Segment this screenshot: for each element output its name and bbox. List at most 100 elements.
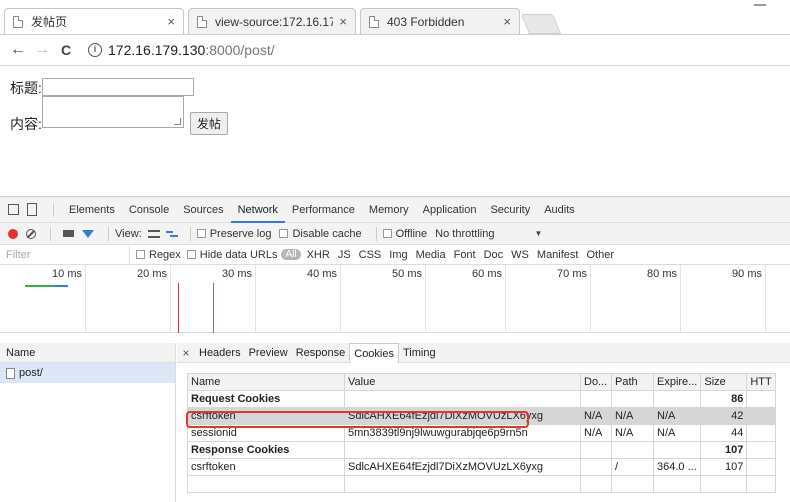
filter-css[interactable]: CSS	[359, 249, 382, 261]
filter-manifest[interactable]: Manifest	[537, 249, 579, 261]
name-column-header[interactable]: Name	[0, 343, 175, 363]
page-icon	[197, 15, 207, 28]
table-row[interactable]: sessionid 5mn3839tl9nj9lwuwgurabjqe6p9rn…	[187, 424, 776, 442]
title-row: 标题:	[10, 78, 194, 98]
table-header-row: Name Value Do... Path Expire... Size HTT	[187, 373, 776, 391]
site-info-icon[interactable]: i	[88, 43, 102, 57]
column-header-path[interactable]: Path	[611, 373, 654, 391]
content-textarea[interactable]	[41, 96, 184, 128]
disable-cache-label: Disable cache	[292, 227, 362, 240]
regex-label: Regex	[149, 248, 181, 261]
timeline-tick: 80 ms	[647, 265, 681, 333]
tab-performance[interactable]: Performance	[285, 197, 362, 223]
submit-button[interactable]: 发帖	[189, 112, 228, 135]
tab-response[interactable]: Response	[292, 343, 350, 363]
tab-close-icon[interactable]: ×	[503, 14, 511, 29]
preserve-log-checkbox[interactable]: Preserve log	[196, 228, 271, 240]
forward-arrow-icon[interactable]: →	[30, 41, 54, 59]
cookies-table: Name Value Do... Path Expire... Size HTT…	[187, 373, 776, 493]
browser-tab-post-page[interactable]: 发帖页 ×	[4, 8, 184, 34]
content-row: 内容: 发帖	[10, 96, 228, 135]
cookie-size: 42	[700, 407, 748, 425]
tab-headers[interactable]: Headers	[195, 343, 245, 363]
cookie-path: N/A	[611, 407, 654, 425]
tab-elements[interactable]: Elements	[62, 197, 122, 223]
timeline-tick: 70 ms	[557, 265, 591, 333]
filter-xhr[interactable]: XHR	[307, 249, 330, 261]
filter-img[interactable]: Img	[389, 249, 407, 261]
tab-close-icon[interactable]: ×	[167, 14, 175, 29]
filter-other[interactable]: Other	[586, 249, 614, 261]
close-icon[interactable]: ×	[177, 346, 195, 360]
tick-label: 40 ms	[307, 268, 337, 280]
column-header-value[interactable]: Value	[344, 373, 581, 391]
tab-audits[interactable]: Audits	[537, 197, 582, 223]
column-header-name[interactable]: Name	[187, 373, 345, 391]
filter-font[interactable]: Font	[454, 249, 476, 261]
cookie-value: 5mn3839tl9nj9lwuwgurabjqe6p9rn5n	[344, 424, 581, 442]
cookie-domain: N/A	[580, 407, 612, 425]
request-bar-waiting	[25, 285, 55, 287]
filter-doc[interactable]: Doc	[484, 249, 504, 261]
tab-close-icon[interactable]: ×	[339, 14, 347, 29]
capture-screenshots-icon[interactable]	[63, 230, 74, 237]
checkbox[interactable]	[279, 229, 289, 238]
browser-tab-view-source[interactable]: view-source:172.16.17 ×	[188, 8, 356, 34]
minimize-icon[interactable]	[754, 4, 766, 6]
tab-timing[interactable]: Timing	[399, 343, 440, 363]
tab-sources[interactable]: Sources	[176, 197, 230, 223]
column-header-domain[interactable]: Do...	[580, 373, 612, 391]
device-toolbar-icon[interactable]	[27, 203, 37, 216]
filter-ws[interactable]: WS	[511, 249, 529, 261]
reload-icon[interactable]: C	[54, 42, 78, 58]
address-bar[interactable]: 172.16.179.130:8000/post/	[108, 42, 275, 58]
network-overview[interactable]: 10 ms 20 ms 30 ms 40 ms 50 ms 60 ms 70 m…	[0, 265, 790, 333]
divider	[53, 202, 54, 217]
tick-label: 90 ms	[732, 268, 762, 280]
column-header-size[interactable]: Size	[700, 373, 748, 391]
browser-tab-strip: 发帖页 × view-source:172.16.17 × 403 Forbid…	[0, 0, 790, 34]
checkbox[interactable]	[382, 229, 392, 238]
divider	[189, 226, 191, 241]
offline-checkbox[interactable]: Offline	[382, 228, 427, 240]
title-input[interactable]	[41, 78, 194, 96]
table-row[interactable]: csrftoken SdlcAHXE64fEzjdl7DiXzMOVUzLX6y…	[187, 407, 776, 425]
filter-icon[interactable]	[82, 229, 94, 238]
waterfall-icon[interactable]	[165, 230, 178, 238]
table-row: Response Cookies 107	[187, 441, 776, 459]
tab-network[interactable]: Network	[230, 197, 285, 223]
filter-all[interactable]: All	[281, 249, 301, 260]
cookie-name: sessionid	[187, 424, 345, 442]
new-tab-button[interactable]	[520, 14, 562, 34]
checkbox[interactable]	[136, 250, 145, 259]
large-rows-icon[interactable]	[147, 229, 160, 238]
timeline-tick: 20 ms	[137, 265, 171, 333]
tab-security[interactable]: Security	[483, 197, 537, 223]
divider	[375, 226, 377, 241]
browser-tab-403[interactable]: 403 Forbidden ×	[360, 8, 520, 34]
column-header-expires[interactable]: Expire...	[652, 373, 702, 391]
checkbox[interactable]	[186, 250, 196, 259]
tab-console[interactable]: Console	[122, 197, 176, 223]
inspect-element-icon[interactable]	[8, 204, 19, 215]
tab-application[interactable]: Application	[416, 197, 484, 223]
tick-label: 30 ms	[222, 268, 252, 280]
record-icon[interactable]	[8, 228, 18, 239]
filter-js[interactable]: JS	[338, 249, 351, 261]
tab-cookies[interactable]: Cookies	[349, 342, 399, 363]
filter-media[interactable]: Media	[416, 249, 446, 261]
filter-input[interactable]: Filter	[0, 245, 130, 264]
column-header-http[interactable]: HTT	[746, 373, 776, 391]
load-event-marker	[178, 283, 179, 333]
throttling-select[interactable]: No throttling ▼	[435, 228, 542, 240]
tab-memory[interactable]: Memory	[362, 197, 416, 223]
regex-checkbox[interactable]: Regex	[136, 249, 181, 261]
checkbox[interactable]	[196, 229, 206, 238]
tab-preview[interactable]: Preview	[245, 343, 292, 363]
request-row[interactable]: post/	[0, 363, 175, 383]
disable-cache-checkbox[interactable]: Disable cache	[279, 227, 362, 240]
clear-icon[interactable]	[26, 228, 36, 239]
hide-data-urls-checkbox[interactable]: Hide data URLs	[186, 249, 277, 261]
back-arrow-icon[interactable]: ←	[6, 41, 30, 59]
table-row[interactable]: csrftoken SdlcAHXE64fEzjdl7DiXzMOVUzLX6y…	[187, 458, 776, 476]
